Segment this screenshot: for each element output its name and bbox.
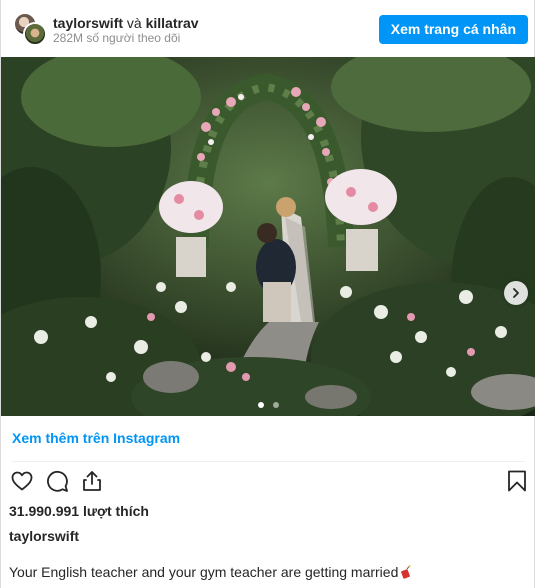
post-caption: Your English teacher and your gym teache… [9, 564, 412, 580]
divider [12, 461, 525, 462]
avatar-stack[interactable] [13, 12, 47, 46]
carousel-indicator [1, 395, 535, 413]
post-authors: taylorswift và killatrav [53, 15, 199, 32]
avatar-killatrav[interactable] [23, 22, 47, 46]
carousel-next-button[interactable] [504, 281, 528, 305]
instagram-embed-card: taylorswift và killatrav 282M số người t… [0, 0, 535, 588]
chevron-right-icon [513, 288, 519, 298]
garden-proposal-image [1, 57, 535, 416]
caption-text: Your English teacher and your gym teache… [9, 564, 399, 580]
save-button[interactable] [503, 467, 531, 495]
action-bar [1, 467, 535, 497]
author-username-1[interactable]: taylorswift [53, 15, 123, 31]
post-header: taylorswift và killatrav 282M số người t… [1, 0, 535, 58]
post-photo[interactable] [1, 57, 535, 416]
bookmark-icon [508, 470, 526, 492]
comment-icon [47, 470, 68, 492]
view-profile-button[interactable]: Xem trang cá nhân [378, 15, 528, 44]
firecracker-icon [401, 565, 411, 579]
carousel-dot-1 [258, 402, 265, 408]
share-icon [83, 471, 101, 491]
post-owner-username[interactable]: taylorswift [9, 528, 79, 544]
author-conjunction: và [126, 15, 142, 31]
like-button[interactable] [8, 467, 36, 495]
author-username-2[interactable]: killatrav [146, 15, 199, 31]
view-more-on-instagram-link[interactable]: Xem thêm trên Instagram [12, 430, 180, 446]
share-button[interactable] [78, 467, 106, 495]
carousel-dot-2 [272, 402, 279, 408]
heart-icon [11, 471, 33, 491]
follower-count: 282M số người theo dõi [53, 31, 181, 45]
comment-button[interactable] [43, 467, 71, 495]
like-count[interactable]: 31.990.991 lượt thích [9, 503, 149, 519]
